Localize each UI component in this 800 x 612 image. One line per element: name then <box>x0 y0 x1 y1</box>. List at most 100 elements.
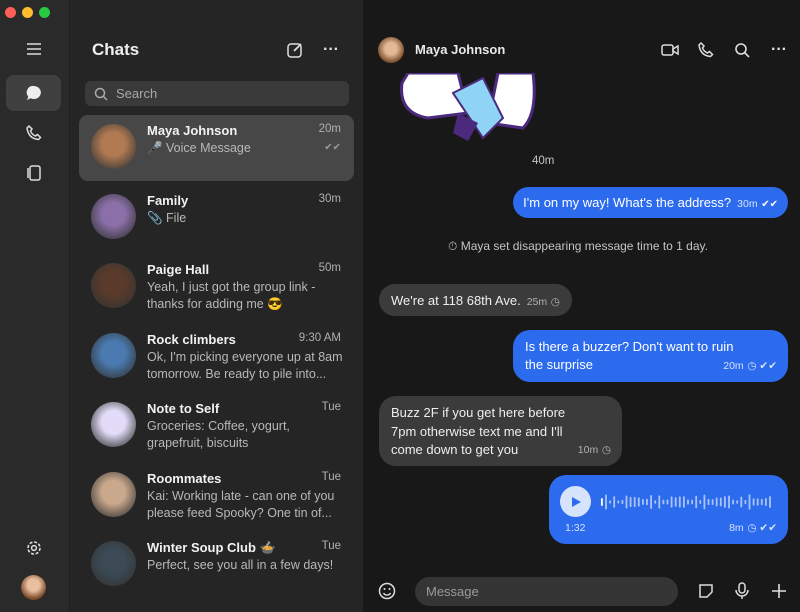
timer-icon: ◷ <box>550 296 560 308</box>
message-bubble[interactable]: I'm on my way! What's the address? 30m ✔✔ <box>513 187 788 218</box>
maximize-window-button[interactable] <box>39 7 50 18</box>
waveform-bar <box>601 498 603 506</box>
chat-name: Rock climbers <box>147 331 236 347</box>
chat-name: Winter Soup Club 🍲 <box>147 540 276 555</box>
sticker-image[interactable] <box>398 73 538 143</box>
waveform-bar <box>683 496 685 508</box>
chat-name: Roommates <box>147 470 222 486</box>
voice-message-bubble[interactable]: 1:32 8m ◷ ✔✔ <box>549 475 788 544</box>
chat-list-item[interactable]: Roommates Tue Kai: Working late - can on… <box>79 463 354 529</box>
waveform-bar <box>609 500 611 504</box>
chat-preview: 🎤 Voice Message <box>147 141 251 155</box>
waveform-bar <box>678 496 681 508</box>
waveform-bar <box>621 499 624 505</box>
profile-avatar[interactable] <box>21 575 46 600</box>
chat-list-item[interactable]: Winter Soup Club 🍲 Tue Perfect, see you … <box>79 532 354 598</box>
chat-time: Tue <box>321 401 341 413</box>
menu-icon[interactable] <box>6 31 61 67</box>
microphone-icon[interactable] <box>731 580 753 602</box>
message-bubble[interactable]: Is there a buzzer? Don't want to ruin th… <box>513 330 788 382</box>
chat-time: 9:30 AM <box>298 331 341 344</box>
page-title: Chats <box>92 40 140 59</box>
chat-list-item[interactable]: Note to Self Tue Groceries: Coffee, yogu… <box>79 393 354 459</box>
chat-preview: Ok, I'm picking everyone up at 8am tomor… <box>147 349 343 381</box>
waveform-bar <box>625 495 628 509</box>
video-call-icon[interactable] <box>659 39 681 61</box>
waveform-bar <box>613 496 616 508</box>
chat-list-item[interactable]: Rock climbers 9:30 AM Ok, I'm picking ev… <box>79 324 354 390</box>
avatar <box>91 124 136 169</box>
waveform-bar <box>699 500 702 504</box>
stories-icon[interactable] <box>6 155 61 191</box>
chat-time: 30m <box>318 192 341 205</box>
waveform-bar <box>617 500 620 504</box>
message-bubble[interactable]: We're at 118 68th Ave. 25m ◷ <box>379 284 572 316</box>
chat-list-item[interactable]: Maya Johnson 20m 🎤 Voice Message ✔✔ <box>79 115 354 181</box>
more-options-icon[interactable]: ··· <box>768 39 790 61</box>
voice-call-icon[interactable] <box>695 39 717 61</box>
waveform-bar <box>650 494 652 510</box>
chat-name: Maya Johnson <box>147 123 238 138</box>
waveform-bar <box>769 496 771 508</box>
chat-time: Tue <box>321 470 341 483</box>
chat-list-item[interactable]: Paige Hall 50m Yeah, I just got the grou… <box>79 254 354 320</box>
close-window-button[interactable] <box>5 7 16 18</box>
waveform-bar <box>662 499 665 505</box>
waveform-bar <box>646 498 648 506</box>
waveform-bar <box>674 497 677 507</box>
nav-rail <box>0 0 70 612</box>
chats-icon[interactable] <box>6 75 61 111</box>
chat-name: Paige Hall <box>147 262 210 277</box>
timer-icon: ◷ ✔✔ <box>747 522 777 534</box>
chat-preview: Kai: Working late - can one of you pleas… <box>147 488 335 520</box>
waveform-bar <box>732 499 734 505</box>
search-icon[interactable] <box>731 39 753 61</box>
emoji-icon[interactable] <box>376 580 398 602</box>
waveform-bar <box>670 496 673 508</box>
minimize-window-button[interactable] <box>22 7 33 18</box>
waveform-bar <box>719 497 722 507</box>
waveform-bar <box>756 498 759 506</box>
search-input[interactable]: Search <box>85 81 349 106</box>
chat-preview: 📎 File <box>147 210 187 225</box>
more-options-icon[interactable]: ··· <box>320 39 342 61</box>
compose-icon[interactable] <box>284 39 306 61</box>
waveform-bar <box>666 499 669 505</box>
waveform-bar <box>695 495 698 509</box>
message-bubble[interactable]: Buzz 2F if you get here before 7pm other… <box>379 396 622 466</box>
waveform-bar <box>629 496 632 508</box>
chat-preview: Groceries: Coffee, yogurt, grapefruit, b… <box>147 419 290 450</box>
waveform-bar <box>711 498 714 506</box>
avatar <box>91 471 136 517</box>
read-receipt-icon: ✔✔ <box>324 142 341 153</box>
waveform-bar <box>642 499 644 505</box>
play-button[interactable] <box>560 486 591 517</box>
conversation-panel: Maya Johnson ··· 40m I'm on my way! What… <box>364 0 800 612</box>
system-message: ⏱ Maya set disappearing message time to … <box>448 239 708 253</box>
waveform-bar <box>633 496 636 508</box>
waveform-bar <box>691 499 693 505</box>
conversation-header: Maya Johnson ··· <box>364 28 800 73</box>
waveform-bar <box>715 497 718 507</box>
avatar <box>91 193 136 239</box>
chat-list-panel: Chats ··· Search Maya Johnson 20m 🎤 Voic… <box>70 0 364 612</box>
contact-name[interactable]: Maya Johnson <box>415 42 505 57</box>
search-icon <box>94 87 108 101</box>
waveform-bar <box>748 494 751 510</box>
chat-list-item[interactable]: Family 30m 📎 File <box>79 185 354 251</box>
waveform-bar <box>605 494 607 510</box>
waveform-bar <box>728 495 730 509</box>
waveform-bar <box>637 497 640 507</box>
contact-avatar[interactable] <box>378 37 404 63</box>
chat-preview: Perfect, see you all in a few days! <box>147 558 334 572</box>
waveform-bar <box>740 496 743 508</box>
sticker-icon[interactable] <box>695 580 717 602</box>
avatar <box>91 402 136 447</box>
waveform[interactable] <box>601 491 776 513</box>
waveform-bar <box>703 494 706 510</box>
attach-plus-icon[interactable] <box>768 580 790 602</box>
message-input[interactable]: Message <box>415 577 678 606</box>
chat-time: 20m <box>318 123 341 135</box>
calls-icon[interactable] <box>6 115 61 151</box>
settings-icon[interactable] <box>6 530 61 566</box>
